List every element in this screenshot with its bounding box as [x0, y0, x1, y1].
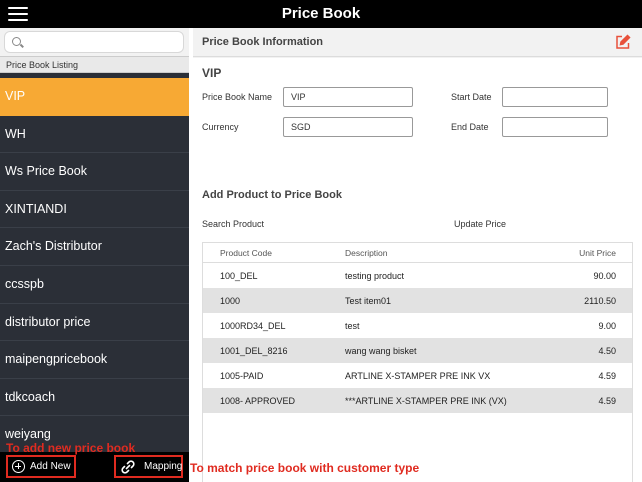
- price-book-item[interactable]: WH: [0, 116, 189, 154]
- search-area: [0, 28, 189, 56]
- price-book-item[interactable]: distributor price: [0, 304, 189, 342]
- edit-icon[interactable]: [615, 34, 631, 50]
- mapping-label: Mapping: [144, 461, 183, 472]
- price-book-item[interactable]: Zach's Distributor: [0, 228, 189, 266]
- end-date-label: End Date: [451, 122, 489, 132]
- price-book-item[interactable]: ccsspb: [0, 266, 189, 304]
- update-price-label[interactable]: Update Price: [454, 219, 506, 229]
- cell-code: 1005-PAID: [220, 371, 264, 381]
- table-header: Product Code Description Unit Price: [203, 243, 632, 263]
- price-book-item[interactable]: XINTIANDI: [0, 191, 189, 229]
- cell-description: ***ARTLINE X-STAMPER PRE INK (VX): [345, 396, 507, 406]
- search-input[interactable]: [25, 34, 180, 50]
- add-new-annotation: To add new price book: [6, 441, 136, 455]
- cell-code: 1000RD34_DEL: [220, 321, 286, 331]
- cell-code: 1008- APPROVED: [220, 396, 296, 406]
- cell-price: 90.00: [593, 271, 616, 281]
- price-book-item[interactable]: VIP: [0, 78, 189, 116]
- cell-code: 1000: [220, 296, 241, 306]
- plus-circle-icon: [12, 460, 25, 473]
- cell-description: wang wang bisket: [345, 346, 417, 356]
- cell-code: 100_DEL: [220, 271, 258, 281]
- currency-field[interactable]: SGD: [283, 117, 413, 137]
- link-icon: [121, 459, 135, 474]
- add-new-button[interactable]: Add New: [6, 455, 76, 478]
- price-book-item[interactable]: Ws Price Book: [0, 153, 189, 191]
- price-book-name-field[interactable]: VIP: [283, 87, 413, 107]
- column-header-price: Unit Price: [579, 248, 616, 258]
- mapping-annotation: To match price book with customer type: [190, 461, 420, 475]
- table-row[interactable]: 1000 Test item01 2110.50: [203, 288, 632, 313]
- main-header: Price Book Information: [193, 28, 642, 57]
- search-product-label[interactable]: Search Product: [202, 219, 264, 229]
- currency-label: Currency: [202, 122, 239, 132]
- mapping-button[interactable]: Mapping: [114, 455, 183, 478]
- end-date-field[interactable]: [502, 117, 608, 137]
- price-book-form: VIP Price Book Name VIP Start Date Curre…: [193, 58, 642, 482]
- cell-price: 2110.50: [584, 296, 616, 306]
- top-bar: Price Book: [0, 0, 642, 28]
- table-row[interactable]: 100_DEL testing product 90.00: [203, 263, 632, 288]
- column-header-code: Product Code: [220, 248, 272, 258]
- price-book-item[interactable]: maipengpricebook: [0, 341, 189, 379]
- price-book-item[interactable]: tdkcoach: [0, 379, 189, 417]
- sidebar: Price Book Listing VIP WH Ws Price Book …: [0, 28, 189, 482]
- cell-description: Test item01: [345, 296, 392, 306]
- add-product-title: Add Product to Price Book: [202, 189, 342, 201]
- search-icon: [12, 37, 21, 46]
- search-box[interactable]: [4, 31, 184, 53]
- cell-description: ARTLINE X-STAMPER PRE INK VX: [345, 371, 491, 381]
- start-date-label: Start Date: [451, 92, 492, 102]
- main-panel: Price Book Information VIP Price Book Na…: [193, 28, 642, 482]
- product-table: Product Code Description Unit Price 100_…: [202, 242, 633, 482]
- table-row[interactable]: 1000RD34_DEL test 9.00: [203, 313, 632, 338]
- price-book-list: VIP WH Ws Price Book XINTIANDI Zach's Di…: [0, 78, 189, 454]
- cell-description: test: [345, 321, 360, 331]
- sidebar-bottom-bar: Add New Mapping: [0, 452, 189, 482]
- section-title: Price Book Information: [202, 36, 324, 48]
- table-row[interactable]: 1008- APPROVED ***ARTLINE X-STAMPER PRE …: [203, 388, 632, 413]
- cell-code: 1001_DEL_8216: [220, 346, 288, 356]
- add-new-label: Add New: [30, 461, 71, 472]
- price-book-name-label: Price Book Name: [202, 92, 273, 102]
- cell-price: 4.59: [598, 371, 616, 381]
- cell-description: testing product: [345, 271, 405, 281]
- page-title: Price Book: [281, 5, 361, 22]
- table-row[interactable]: 1005-PAID ARTLINE X-STAMPER PRE INK VX 4…: [203, 363, 632, 388]
- cell-price: 4.50: [598, 346, 616, 356]
- price-book-listing-label: Price Book Listing: [0, 56, 189, 73]
- price-book-title: VIP: [202, 66, 222, 80]
- table-row[interactable]: 1001_DEL_8216 wang wang bisket 4.50: [203, 338, 632, 363]
- column-header-description: Description: [345, 248, 388, 258]
- start-date-field[interactable]: [502, 87, 608, 107]
- cell-price: 4.59: [598, 396, 616, 406]
- cell-price: 9.00: [598, 321, 616, 331]
